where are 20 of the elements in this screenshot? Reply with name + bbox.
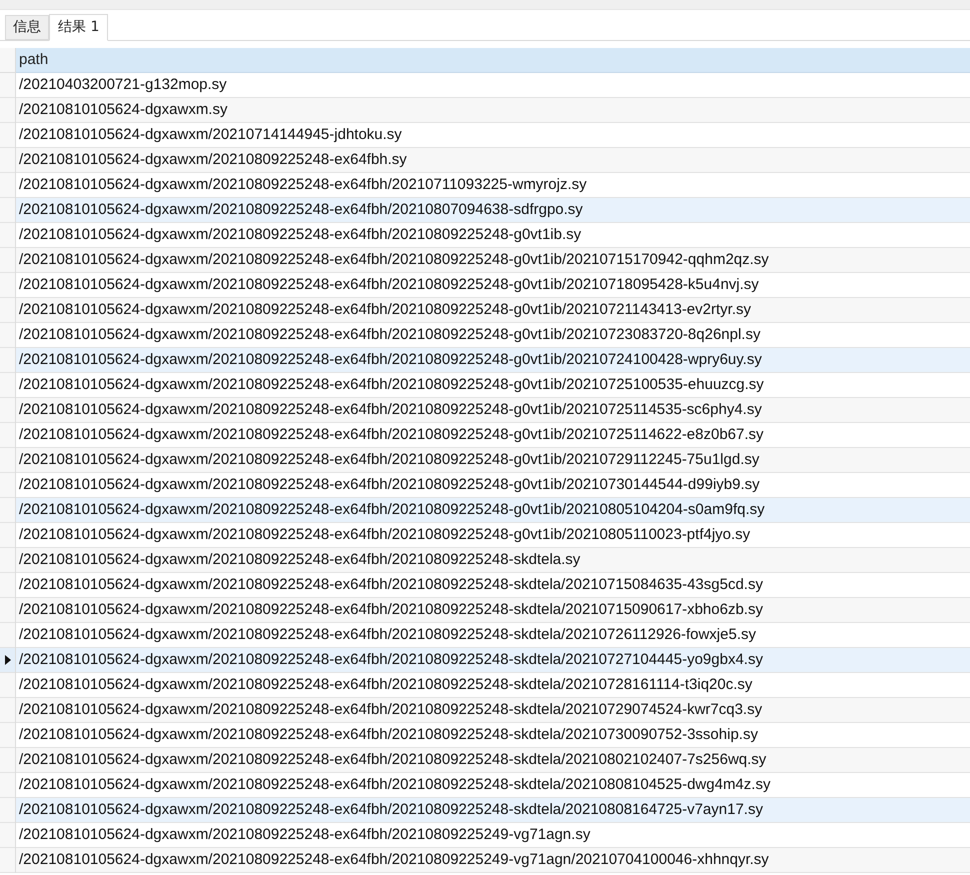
table-cell[interactable]: /20210810105624-dgxawxm/20210809225248-ex64fbh/20210809225248-skdtela/20210729074524-kwr7cq3.sy (16, 698, 970, 723)
table-cell[interactable]: /20210810105624-dgxawxm/20210809225248-ex64fbh/20210809225248-g0vt1ib/20210715170942-qqhm2qz.sy (16, 248, 970, 273)
table-cell[interactable]: /20210810105624-dgxawxm/20210809225248-ex64fbh/20210809225249-vg71agn/20210704100046-xhhnqyr.sy (16, 848, 970, 873)
table-cell[interactable]: /20210810105624-dgxawxm/20210809225248-ex64fbh/20210809225248-g0vt1ib/20210729112245-75u1lgd.sy (16, 448, 970, 473)
table-cell[interactable]: /20210810105624-dgxawxm/20210809225248-ex64fbh/20210809225248-g0vt1ib/20210721143413-ev2rtyr.sy (16, 298, 970, 323)
table-cell[interactable]: /20210810105624-dgxawxm/20210809225248-ex64fbh/20210809225248-skdtela/20210802102407-7s256wq.sy (16, 748, 970, 773)
result-tab[interactable]: 信息 (5, 15, 49, 40)
table-cell[interactable]: /20210810105624-dgxawxm/20210809225248-ex64fbh/20210807094638-sdfrgpo.sy (16, 198, 970, 223)
current-row-icon (4, 655, 10, 665)
table-cell[interactable]: /20210810105624-dgxawxm/20210809225248-ex64fbh/20210809225248-skdtela.sy (16, 548, 970, 573)
table-cell[interactable]: /20210810105624-dgxawxm.sy (16, 98, 970, 123)
column-header[interactable]: path (16, 48, 970, 73)
result-tab[interactable]: 结果 1 (49, 14, 108, 41)
table-cell[interactable]: /20210810105624-dgxawxm/20210809225248-ex64fbh/20210809225248-g0vt1ib/20210725114535-sc6phy4.sy (16, 398, 970, 423)
table-cell[interactable]: /20210810105624-dgxawxm/20210809225248-ex64fbh/20210809225248-skdtela/20210715090617-xbho6zb.sy (16, 598, 970, 623)
table-cell[interactable]: /20210810105624-dgxawxm/20210809225248-ex64fbh/20210809225248-g0vt1ib/20210805104204-s0am9fq.sy (16, 498, 970, 523)
table-cell[interactable]: /20210810105624-dgxawxm/20210809225248-ex64fbh/20210809225248-g0vt1ib/20210724100428-wpry6uy.sy (16, 348, 970, 373)
table-cell[interactable]: /20210810105624-dgxawxm/20210809225248-ex64fbh/20210809225248-skdtela/20210808164725-v7ayn17.sy (16, 798, 970, 823)
table-cell[interactable]: /20210810105624-dgxawxm/20210809225248-ex64fbh/20210809225248-skdtela/20210727104445-yo9gbx4.sy (16, 648, 970, 673)
table-cell[interactable]: /20210810105624-dgxawxm/20210809225248-ex64fbh.sy (16, 148, 970, 173)
